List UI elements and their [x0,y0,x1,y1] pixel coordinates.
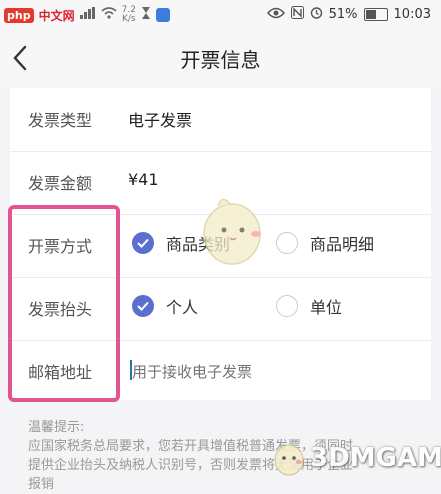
checked-radio-icon[interactable] [132,295,154,317]
status-left: php 中文网 7.2 K/s [4,6,170,24]
invoice-amount-value: ¥41 [128,170,159,189]
watermark-text: 3DMGAME [310,443,441,473]
alarm-icon [310,6,323,23]
php-logo: php [4,7,34,23]
hourglass-icon [141,6,151,24]
wifi-icon [101,7,117,23]
nfc-icon [290,6,304,23]
option-label: 商品明细 [310,235,375,254]
option-label: 个人 [166,298,199,317]
option-company[interactable]: 单位 [276,294,342,318]
network-speed-unit: K/s [121,14,136,24]
radio-icon[interactable] [276,295,298,317]
tips-line: 报销 [28,477,55,492]
invoice-type-row: 发票类型 电子发票 [10,88,431,152]
status-right: 51% 10:03 [266,6,431,23]
highlight-box [8,205,120,402]
option-label: 单位 [310,298,343,317]
watermark-mascot-icon [274,444,304,476]
tips-title: 温馨提示: [28,420,85,435]
checked-radio-icon[interactable] [132,232,154,254]
network-speed: 7.2 K/s [122,6,136,24]
page-title: 开票信息 [180,48,261,72]
status-bar: php 中文网 7.2 K/s 51% 10:03 [0,0,441,30]
site-name: 中文网 [38,8,75,23]
invoice-type-value: 电子发票 [128,111,193,130]
mascot-sticker-icon [192,190,272,270]
app-icon [155,8,170,22]
option-product-detail[interactable]: 商品明细 [276,231,374,255]
option-personal[interactable]: 个人 [132,294,198,318]
watermark: 3DMGAME [272,440,441,476]
header-bar: 开票信息 [0,30,441,88]
invoice-type-label: 发票类型 [28,111,93,130]
signal-icon [79,7,96,23]
email-input[interactable] [130,358,414,386]
battery-icon [363,8,388,21]
clock-time: 10:03 [393,7,431,22]
radio-icon[interactable] [276,232,298,254]
invoice-amount-label: 发票金额 [28,174,93,193]
battery-percent: 51% [328,7,358,22]
eye-icon [266,7,285,23]
